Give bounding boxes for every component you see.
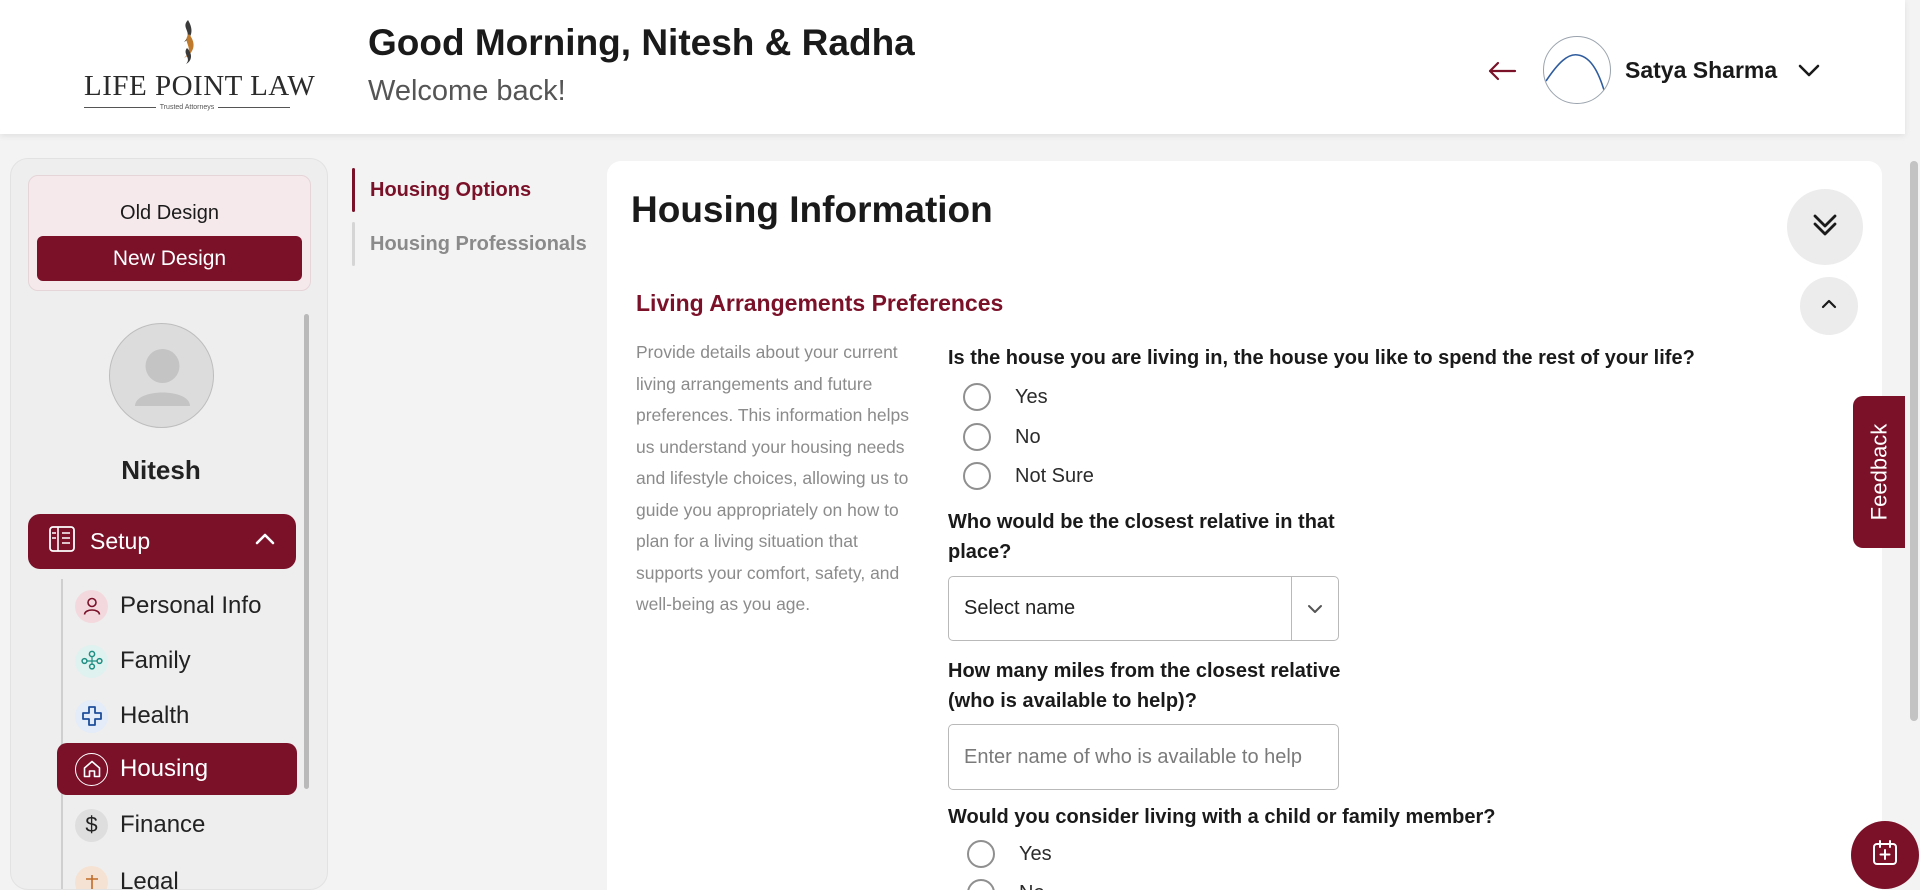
sidebar-item-label: Health <box>120 702 190 729</box>
sidebar-item-label: Personal Info <box>120 592 262 619</box>
radio-circle[interactable] <box>963 462 991 490</box>
top-header: LIFE POINT LAW Trusted Attorneys Good Mo… <box>0 0 1905 134</box>
radio-label: Yes <box>1015 385 1048 408</box>
sidebar-item-label: Legal <box>120 868 179 890</box>
double-chevron-down-icon <box>1810 210 1840 245</box>
sidebar-item-health[interactable]: Health <box>57 690 297 742</box>
back-arrow-icon[interactable] <box>1487 58 1517 84</box>
question-live-with-family: Would you consider living with a child o… <box>948 806 1496 828</box>
sidebar-item-label: Finance <box>120 811 206 838</box>
chevron-down-icon[interactable] <box>1292 603 1338 615</box>
chevron-up-icon <box>1820 297 1838 315</box>
housing-subnav: Housing Options Housing Professionals <box>352 166 592 268</box>
profile-name: Nitesh <box>121 455 201 485</box>
radio-live-with-family-no[interactable]: No <box>967 879 1045 890</box>
greeting-title: Good Morning, Nitesh & Radha <box>368 22 915 63</box>
closest-relative-select[interactable]: Select name <box>948 576 1339 641</box>
dollar-icon: $ <box>75 808 108 842</box>
radio-label: No <box>1019 882 1045 890</box>
question-miles-from-relative: How many miles from the closest relative… <box>948 660 1341 712</box>
sidebar-item-finance[interactable]: $ Finance <box>57 799 297 851</box>
logo-flame-icon <box>172 18 202 66</box>
health-cross-icon <box>75 699 108 733</box>
radio-circle[interactable] <box>963 423 991 451</box>
chevron-down-icon[interactable] <box>1797 61 1821 79</box>
subnav-housing-options[interactable]: Housing Options <box>352 166 592 214</box>
section-title: Living Arrangements Preferences <box>636 290 1004 316</box>
collapse-all-button[interactable] <box>1787 189 1863 265</box>
radio-circle[interactable] <box>967 840 995 868</box>
miles-from-relative-input[interactable] <box>948 724 1339 790</box>
chevron-up-icon <box>254 532 276 551</box>
old-design-button[interactable]: Old Design <box>29 202 310 225</box>
housing-form-card: Housing Information Living Arrangements … <box>607 161 1882 890</box>
logo-text: LIFE POINT LAW <box>84 70 316 102</box>
person-icon <box>75 589 108 623</box>
sidebar-scrollbar[interactable] <box>304 314 309 789</box>
section-collapse-button[interactable] <box>1800 277 1858 335</box>
feedback-button[interactable]: Feedback <box>1853 396 1905 548</box>
page-scrollbar[interactable] <box>1910 161 1918 721</box>
profile-avatar <box>109 323 214 428</box>
page-title: Housing Information <box>631 189 993 230</box>
question-stay-in-house: Is the house you are living in, the hous… <box>948 347 1695 369</box>
user-name[interactable]: Satya Sharma <box>1625 57 1777 84</box>
legal-icon <box>75 865 108 889</box>
sidebar: Old Design New Design Nitesh Setup Perso… <box>10 158 328 890</box>
feedback-label: Feedback <box>1866 423 1891 521</box>
sidebar-item-family[interactable]: Family <box>57 635 297 687</box>
radio-stay-not-sure[interactable]: Not Sure <box>963 462 1094 490</box>
logo-tagline: Trusted Attorneys <box>159 104 215 111</box>
radio-label: No <box>1015 425 1041 448</box>
setup-book-icon <box>48 525 76 558</box>
design-switcher: Old Design New Design <box>28 175 311 291</box>
sidebar-item-label: Housing <box>120 755 209 782</box>
radio-label: Not Sure <box>1015 464 1094 487</box>
new-design-button[interactable]: New Design <box>37 236 302 281</box>
sidebar-item-legal[interactable]: Legal <box>57 856 297 890</box>
radio-stay-yes[interactable]: Yes <box>963 383 1048 411</box>
brand-logo[interactable]: LIFE POINT LAW Trusted Attorneys <box>84 18 316 112</box>
welcome-subtitle: Welcome back! <box>368 75 566 107</box>
radio-live-with-family-yes[interactable]: Yes <box>967 840 1052 868</box>
sidebar-item-personal-info[interactable]: Personal Info <box>57 580 297 632</box>
radio-circle[interactable] <box>967 879 995 890</box>
subnav-housing-professionals[interactable]: Housing Professionals <box>352 220 592 268</box>
radio-stay-no[interactable]: No <box>963 423 1041 451</box>
setup-menu-toggle[interactable]: Setup <box>28 514 296 569</box>
radio-label: Yes <box>1019 842 1052 865</box>
calendar-plus-icon <box>1870 838 1900 873</box>
user-avatar[interactable] <box>1543 36 1611 104</box>
calendar-action-button[interactable] <box>1851 821 1919 889</box>
house-icon <box>75 752 108 786</box>
family-icon <box>75 644 108 678</box>
select-value: Select name <box>964 597 1076 619</box>
sidebar-item-label: Family <box>120 647 191 674</box>
section-description: Provide details about your current livin… <box>636 342 910 614</box>
sidebar-item-housing[interactable]: Housing <box>57 743 297 795</box>
radio-circle[interactable] <box>963 383 991 411</box>
question-closest-relative: Who would be the closest relative in tha… <box>948 511 1335 563</box>
logo-tagline-row: Trusted Attorneys <box>84 104 291 111</box>
setup-label: Setup <box>90 528 151 554</box>
